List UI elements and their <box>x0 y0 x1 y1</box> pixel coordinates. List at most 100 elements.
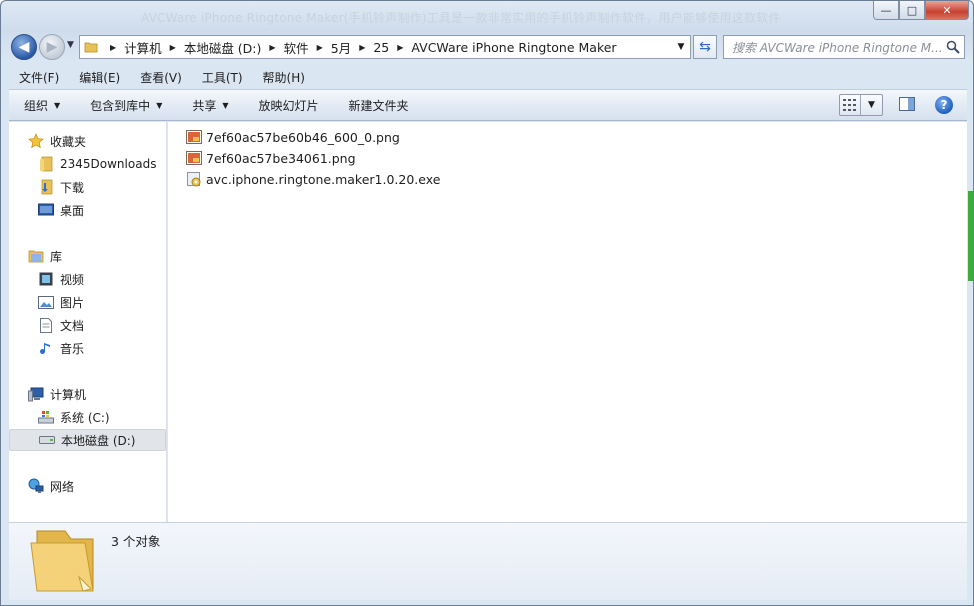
breadcrumb-current-folder[interactable]: AVCWare iPhone Ringtone Maker <box>411 40 616 55</box>
caret-down-icon: ▼ <box>222 100 229 110</box>
file-list: 7ef60ac57be60b46_600_0.png 7ef60ac57be34… <box>168 122 967 522</box>
breadcrumb-may[interactable]: 5月 <box>331 38 351 57</box>
new-folder-button[interactable]: 新建文件夹 <box>334 97 424 114</box>
nav-item-label: 文档 <box>60 318 85 333</box>
refresh-icon: ⇆ <box>699 39 711 55</box>
change-view-button[interactable]: ▼ <box>839 94 883 116</box>
film-icon <box>37 271 55 287</box>
folder-icon <box>27 525 99 602</box>
file-name: 7ef60ac57be60b46_600_0.png <box>206 129 400 145</box>
nav-item-2345downloads[interactable]: 2345Downloads <box>37 153 165 175</box>
menu-edit[interactable]: 编辑(E) <box>69 69 130 86</box>
help-button[interactable]: ? <box>935 96 953 114</box>
music-note-icon <box>37 340 55 356</box>
nav-favorites-label: 收藏夹 <box>50 134 87 149</box>
title-bar: AVCWare iPhone Ringtone Maker(手机铃声制作)工具是… <box>1 1 973 29</box>
caret-down-icon: ▼ <box>54 100 61 110</box>
chevron-right-icon[interactable]: ▶ <box>261 43 283 52</box>
view-options-icon[interactable] <box>840 95 862 115</box>
command-bar: 组织 ▼ 包含到库中 ▼ 共享 ▼ 放映幻灯片 新建文件夹 ▼ ? <box>9 89 967 121</box>
list-item[interactable]: 7ef60ac57be34061.png <box>186 148 356 168</box>
folder-icon <box>80 36 102 58</box>
hard-drive-icon <box>38 432 56 448</box>
computer-icon <box>27 386 45 402</box>
nav-favorites[interactable]: 收藏夹 <box>27 130 165 152</box>
nav-item-label: 下载 <box>60 180 85 195</box>
breadcrumb-25[interactable]: 25 <box>373 40 389 55</box>
file-name: avc.iphone.ringtone.maker1.0.20.exe <box>206 171 441 187</box>
maximize-button[interactable]: □ <box>899 1 925 20</box>
nav-item-drive-d[interactable]: 本地磁盘 (D:) <box>9 429 166 451</box>
nav-item-music[interactable]: 音乐 <box>37 337 165 359</box>
nav-network[interactable]: 网络 <box>27 475 165 497</box>
nav-network-label: 网络 <box>50 479 75 494</box>
caret-down-icon: ▼ <box>156 100 163 110</box>
executable-icon <box>187 172 201 187</box>
close-button[interactable]: ✕ <box>925 1 969 20</box>
nav-item-documents[interactable]: 文档 <box>37 314 165 336</box>
chevron-right-icon[interactable]: ▶ <box>389 43 411 52</box>
download-folder-icon <box>37 179 55 195</box>
nav-item-label: 图片 <box>60 295 85 310</box>
nav-item-drive-c[interactable]: 系统 (C:) <box>37 406 165 428</box>
forward-button[interactable]: ▶ <box>39 34 65 60</box>
windows-drive-icon <box>37 409 55 425</box>
nav-item-pictures[interactable]: 图片 <box>37 291 165 313</box>
back-button[interactable]: ◀ <box>11 34 37 60</box>
menu-help[interactable]: 帮助(H) <box>253 69 315 86</box>
search-icon[interactable] <box>946 40 960 57</box>
organize-button[interactable]: 组织 ▼ <box>9 97 75 114</box>
caret-down-icon[interactable]: ▼ <box>861 95 882 115</box>
chevron-right-icon[interactable]: ▶ <box>162 43 184 52</box>
menu-bar: 文件(F) 编辑(E) 查看(V) 工具(T) 帮助(H) <box>9 67 967 88</box>
nav-computer[interactable]: 计算机 <box>27 383 165 405</box>
details-pane: 3 个对象 <box>9 522 967 600</box>
address-history-dropdown[interactable]: ▼ <box>672 36 690 58</box>
star-icon <box>27 133 45 149</box>
preview-pane-button[interactable] <box>899 97 915 114</box>
search-placeholder: 搜索 AVCWare iPhone Ringtone M... <box>732 40 943 55</box>
search-input[interactable]: 搜索 AVCWare iPhone Ringtone M... <box>723 35 965 59</box>
nav-computer-label: 计算机 <box>50 387 87 402</box>
breadcrumb-drive-d[interactable]: 本地磁盘 (D:) <box>184 38 262 57</box>
library-icon <box>27 248 45 264</box>
breadcrumb-software[interactable]: 软件 <box>284 38 309 57</box>
menu-view[interactable]: 查看(V) <box>130 69 192 86</box>
chevron-right-icon[interactable]: ▶ <box>102 43 124 52</box>
document-icon <box>37 317 55 333</box>
list-item[interactable]: 7ef60ac57be60b46_600_0.png <box>186 127 400 147</box>
include-library-label: 包含到库中 <box>90 98 151 113</box>
arrow-right-icon: ▶ <box>46 39 58 55</box>
file-name: 7ef60ac57be34061.png <box>206 150 356 166</box>
nav-item-videos[interactable]: 视频 <box>37 268 165 290</box>
minimize-button[interactable]: — <box>873 1 899 20</box>
slideshow-button[interactable]: 放映幻灯片 <box>244 97 334 114</box>
nav-item-label: 本地磁盘 (D:) <box>61 433 136 448</box>
chevron-right-icon[interactable]: ▶ <box>309 43 331 52</box>
nav-item-desktop[interactable]: 桌面 <box>37 199 165 221</box>
window-edge-accent <box>968 191 973 281</box>
share-button[interactable]: 共享 ▼ <box>177 97 243 114</box>
include-library-button[interactable]: 包含到库中 ▼ <box>75 97 177 114</box>
nav-item-label: 音乐 <box>60 341 85 356</box>
window-controls: — □ ✕ <box>873 1 969 20</box>
nav-libraries[interactable]: 库 <box>27 245 165 267</box>
nav-item-label: 视频 <box>60 272 85 287</box>
navigation-pane: 收藏夹 2345Downloads 下载 桌面 库 视频 图片 文档 音乐 计算… <box>9 122 167 522</box>
address-bar[interactable]: ▶ 计算机 ▶ 本地磁盘 (D:) ▶ 软件 ▶ 5月 ▶ 25 ▶ AVCWare iPh… <box>79 35 691 59</box>
nav-item-downloads[interactable]: 下载 <box>37 176 165 198</box>
recent-pages-dropdown[interactable]: ▼ <box>67 40 74 50</box>
chevron-right-icon[interactable]: ▶ <box>351 43 373 52</box>
explorer-window: AVCWare iPhone Ringtone Maker(手机铃声制作)工具是… <box>0 0 974 606</box>
list-item[interactable]: avc.iphone.ringtone.maker1.0.20.exe <box>186 169 440 189</box>
menu-file[interactable]: 文件(F) <box>9 69 69 86</box>
png-image-icon <box>186 151 202 165</box>
arrow-left-icon: ◀ <box>18 39 30 55</box>
breadcrumb-computer[interactable]: 计算机 <box>124 38 162 57</box>
refresh-button[interactable]: ⇆ <box>693 35 717 59</box>
folder-icon <box>37 156 55 172</box>
organize-label: 组织 <box>24 98 49 113</box>
menu-tools[interactable]: 工具(T) <box>192 69 253 86</box>
nav-libraries-label: 库 <box>50 249 63 264</box>
picture-icon <box>37 294 55 310</box>
